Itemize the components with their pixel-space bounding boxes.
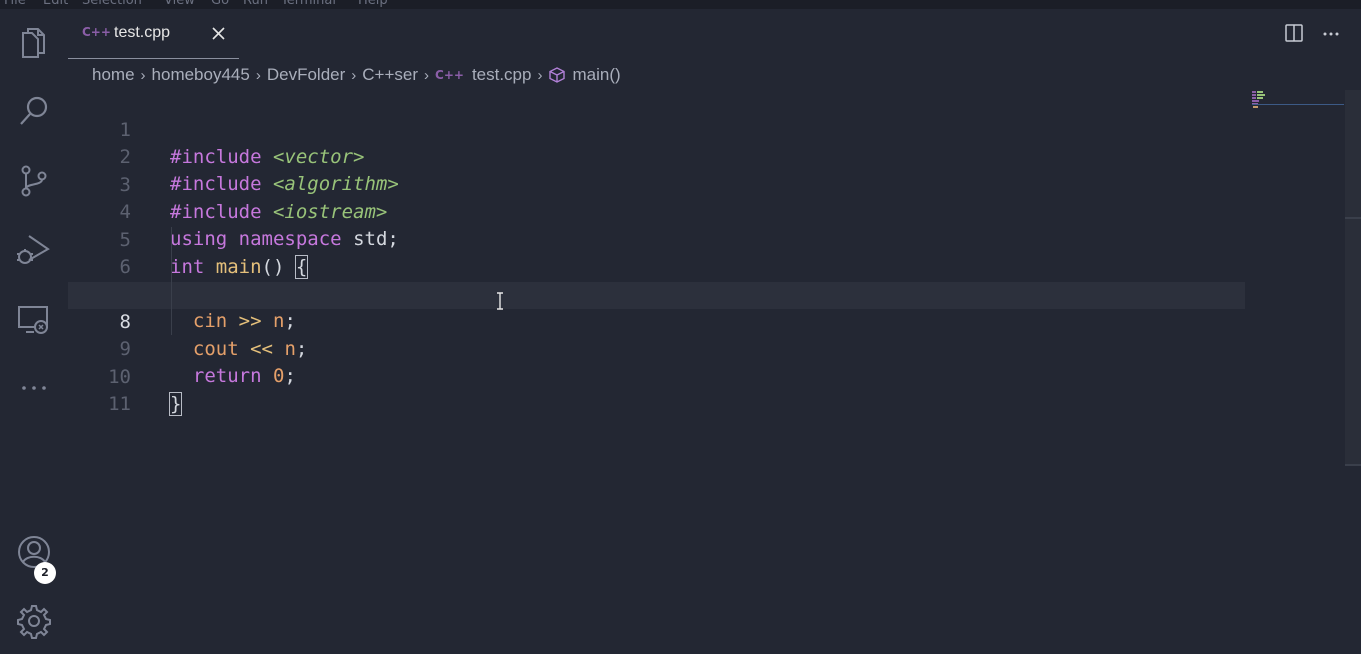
chevron-right-icon: › (537, 66, 543, 84)
run-debug-icon[interactable] (14, 230, 54, 270)
breadcrumb-devfolder[interactable]: DevFolder (267, 65, 345, 85)
code-line[interactable]: 11 (68, 364, 1245, 415)
text-cursor-icon (494, 292, 506, 310)
scrollbar-marker (1345, 217, 1361, 219)
code-line[interactable]: 9 return 0; (68, 309, 1245, 387)
code-line[interactable]: 2 #include <algorithm> (68, 117, 1245, 195)
menu-selection[interactable]: Selection (82, 0, 142, 8)
menu-view[interactable]: View (164, 0, 195, 8)
gear-icon[interactable] (14, 601, 54, 641)
indent-guide (171, 227, 172, 335)
search-icon[interactable] (14, 92, 54, 132)
code-line[interactable]: 4 using namespace std; (68, 172, 1245, 250)
menu-bar: File Edit Selection View Go Run Terminal… (0, 0, 1361, 9)
breadcrumb-home[interactable]: home (92, 65, 135, 85)
minimap-current-line (1252, 104, 1344, 105)
vertical-scrollbar[interactable] (1345, 90, 1361, 466)
chevron-right-icon: › (424, 66, 430, 84)
chevron-right-icon: › (255, 66, 261, 84)
breadcrumb-homeboy445[interactable]: homeboy445 (152, 65, 250, 85)
code-line[interactable]: 6 int n; (68, 227, 1245, 305)
code-line[interactable]: 10 } (68, 337, 1245, 416)
menu-go[interactable]: Go (211, 0, 229, 8)
cpp-file-icon: C++ (435, 68, 464, 82)
breadcrumb-symbol[interactable]: main() (572, 65, 620, 85)
tab-bar: C++ test.cpp (68, 9, 1361, 59)
breadcrumb-file[interactable]: test.cpp (472, 65, 532, 85)
chevron-right-icon: › (351, 66, 357, 84)
remote-explorer-icon[interactable] (14, 299, 54, 339)
source-control-icon[interactable] (14, 161, 54, 201)
menu-help[interactable]: Help (358, 0, 388, 8)
breadcrumb-cppser[interactable]: C++ser (362, 65, 418, 85)
tab-label: test.cpp (114, 24, 171, 41)
breadcrumb: home › homeboy445 › DevFolder › C++ser ›… (92, 64, 621, 86)
minimap[interactable] (1252, 91, 1272, 108)
code-editor[interactable]: 1 #include <vector> 2 #include <algorith… (68, 90, 1248, 654)
code-line[interactable]: 7 cin >> n; (68, 254, 1245, 332)
accounts-badge: 2 (34, 562, 56, 584)
chevron-right-icon: › (140, 66, 146, 84)
tab-test-cpp[interactable]: C++ test.cpp (68, 9, 239, 59)
menu-run[interactable]: Run (243, 0, 268, 8)
cpp-file-icon: C++ (82, 25, 111, 39)
split-editor-icon[interactable] (1284, 23, 1304, 47)
files-icon[interactable] (14, 23, 54, 63)
token: } (168, 392, 183, 416)
code-line-current[interactable]: 8 cout << n; (68, 282, 1245, 360)
code-line[interactable]: 5 int main() { (68, 200, 1245, 279)
ellipsis-icon[interactable] (14, 368, 54, 408)
line-number: 11 (108, 393, 131, 415)
activity-bar: 2 (0, 9, 68, 654)
more-actions-icon[interactable] (1321, 23, 1341, 47)
menu-file[interactable]: File (4, 0, 26, 8)
menu-edit[interactable]: Edit (43, 0, 68, 8)
scrollbar-marker (1345, 464, 1361, 466)
code-line[interactable]: 3 #include <iostream> (68, 145, 1245, 223)
close-icon[interactable] (209, 23, 229, 43)
code-line[interactable]: 1 #include <vector> (68, 90, 1245, 168)
menu-terminal[interactable]: Terminal (281, 0, 336, 8)
cube-icon (548, 66, 566, 84)
